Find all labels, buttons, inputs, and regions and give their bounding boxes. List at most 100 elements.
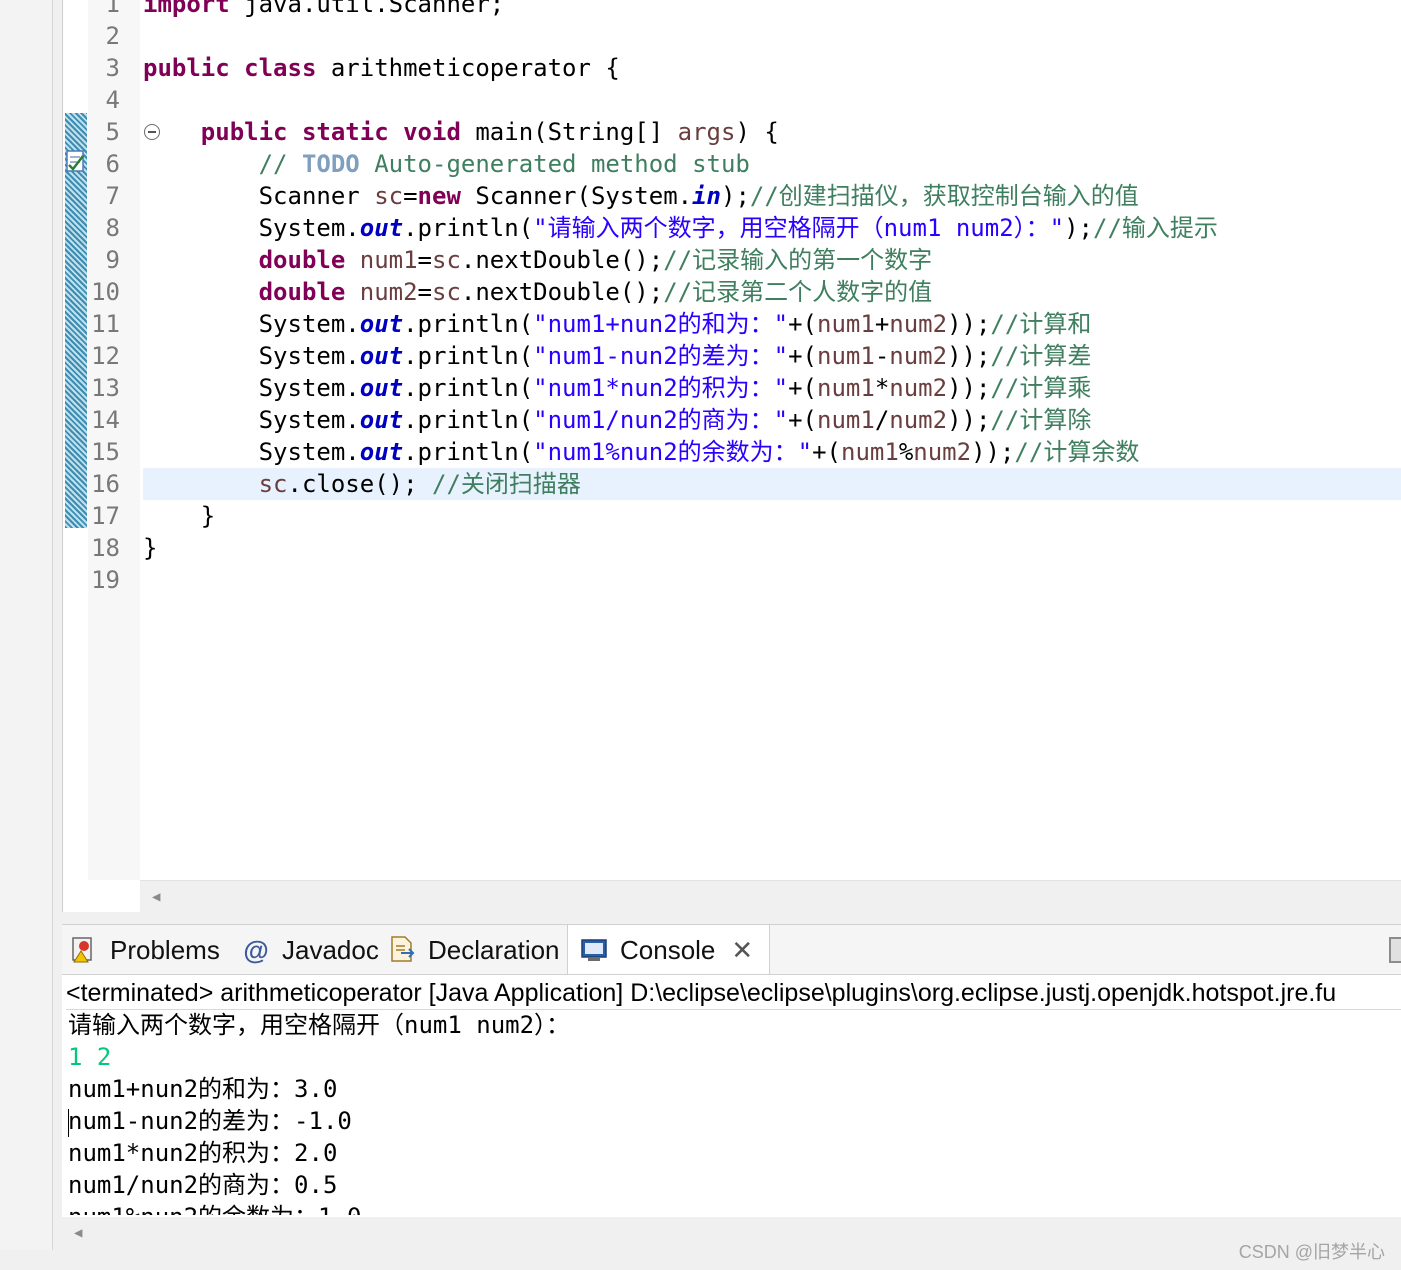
code-token: //输入提示	[1093, 214, 1218, 242]
code-line[interactable]: Scanner sc=new Scanner(System.in);//创建扫描…	[143, 180, 1401, 212]
problems-icon	[72, 937, 92, 963]
code-token: .println(	[403, 406, 534, 434]
code-token: .println(	[403, 214, 534, 242]
code-token: "num1*nun2的积为："	[533, 374, 789, 402]
code-token: .println(	[403, 342, 534, 370]
code-token: "num1-nun2的差为："	[533, 342, 789, 370]
console-icon	[581, 939, 607, 961]
code-token: Auto-generated method stub	[359, 150, 750, 178]
code-token: //	[258, 150, 302, 178]
minimize-view-icon[interactable]	[1389, 937, 1401, 963]
code-line[interactable]: double num1=sc.nextDouble();//记录输入的第一个数字	[143, 244, 1401, 276]
console-view[interactable]: <terminated> arithmeticoperator [Java Ap…	[62, 974, 1401, 1251]
code-line[interactable]: public static void main(String[] args) {	[143, 116, 1401, 148]
scroll-left-icon[interactable]: ◀	[74, 1225, 82, 1241]
line-number: 18	[91, 534, 120, 562]
line-number: 7	[105, 182, 120, 210]
console-output[interactable]: 请输入两个数字，用空格隔开（num1 num2）： 1 2 num1+nun2的和为…	[68, 1009, 1401, 1215]
tab-javadoc[interactable]: @ Javadoc	[242, 925, 379, 975]
code-line[interactable]: System.out.println("num1+nun2的和为："+(num1…	[143, 308, 1401, 340]
code-line[interactable]: System.out.println("num1%nun2的余数为："+(num…	[143, 436, 1401, 468]
code-line[interactable]: }	[143, 500, 1401, 532]
code-line[interactable]: }	[143, 532, 1401, 564]
code-token: .println(	[403, 374, 534, 402]
code-token: java.util.Scanner;	[229, 0, 505, 18]
code-line[interactable]	[143, 84, 1401, 116]
code-token: out	[359, 342, 404, 370]
code-token: num2	[889, 310, 948, 338]
java-editor[interactable]: 1 2 3 4 5 6 7 8 9 10 11 12 13 14 15 16 17 18 19 import jav…	[62, 0, 1401, 913]
code-token: /	[874, 406, 890, 434]
tab-problems[interactable]: Problems	[70, 925, 220, 975]
code-token: sc	[258, 470, 288, 498]
console-output-line: num1/nun2的商为：0.5	[68, 1171, 338, 1199]
code-token: num2	[359, 278, 418, 306]
code-area[interactable]: import java.util.Scanner; public class ar…	[143, 0, 1401, 880]
code-line[interactable]: System.out.println("num1*nun2的积为："+(num1…	[143, 372, 1401, 404]
code-line[interactable]: System.out.println("num1-nun2的差为："+(num1…	[143, 340, 1401, 372]
code-token: in	[692, 182, 721, 210]
tab-console[interactable]: Console ✕	[567, 925, 771, 975]
code-line[interactable]: double num2=sc.nextDouble();//记录第二个人数字的值	[143, 276, 1401, 308]
tab-label: Problems	[110, 934, 220, 965]
code-token: static	[301, 118, 389, 146]
code-line[interactable]: sc.close(); //关闭扫描器	[143, 468, 1401, 500]
task-marker-icon[interactable]	[65, 148, 87, 174]
code-token: num1	[817, 342, 875, 370]
tab-declaration[interactable]: Declaration	[388, 925, 560, 975]
code-token: ));	[947, 342, 991, 370]
console-horizontal-scrollbar[interactable]: ◀	[62, 1217, 1401, 1251]
code-token: //计算差	[990, 342, 1092, 370]
code-token: sc	[374, 182, 404, 210]
tab-label: Declaration	[428, 934, 560, 965]
code-line[interactable]: public class arithmeticoperator {	[143, 52, 1401, 84]
scroll-left-icon[interactable]: ◀	[152, 889, 160, 905]
code-token: //计算和	[990, 310, 1092, 338]
line-number: 8	[105, 214, 120, 242]
code-line[interactable]	[143, 564, 1401, 596]
editor-horizontal-scrollbar[interactable]: ◀	[140, 880, 1401, 913]
code-token: +	[874, 310, 890, 338]
code-line[interactable]: // TODO Auto-generated method stub	[143, 148, 1401, 180]
code-token: import	[143, 0, 230, 18]
code-token: ));	[947, 310, 991, 338]
line-number: 4	[105, 86, 120, 114]
code-token: System.	[143, 342, 360, 370]
code-token: .println(	[403, 310, 534, 338]
console-output-line: num1%nun2的余数为：1.0	[68, 1201, 361, 1215]
code-token: num2	[889, 374, 948, 402]
line-number: 2	[105, 22, 120, 50]
code-token: Scanner	[143, 182, 375, 210]
view-tab-bar: Problems @ Javadoc Declaration Console ✕	[62, 924, 1401, 975]
code-token: .nextDouble();	[460, 246, 664, 274]
code-line[interactable]: import java.util.Scanner;	[143, 0, 1401, 20]
code-token: //计算除	[990, 406, 1092, 434]
tab-label: Javadoc	[282, 934, 379, 965]
code-token: );	[1064, 214, 1094, 242]
code-token: );	[721, 182, 750, 210]
code-token: double	[258, 278, 346, 306]
declaration-icon	[391, 936, 415, 962]
code-token: System.	[143, 438, 360, 466]
code-line[interactable]	[143, 20, 1401, 52]
code-line[interactable]: System.out.println("num1/nun2的商为："+(num1…	[143, 404, 1401, 436]
close-icon[interactable]: ✕	[731, 935, 753, 966]
code-token: num1	[817, 310, 875, 338]
console-process-label: <terminated> arithmeticoperator [Java Ap…	[66, 977, 1401, 1010]
code-line[interactable]: System.out.println("请输入两个数字，用空格隔开（num1 n…	[143, 212, 1401, 244]
code-token: +(	[788, 374, 818, 402]
line-number: 14	[91, 406, 120, 434]
code-token: sc	[432, 246, 461, 274]
code-token: ));	[971, 438, 1015, 466]
code-token: void	[403, 118, 461, 146]
console-output-line: num1-nun2的差为：-1.0	[68, 1107, 352, 1135]
line-number: 5	[105, 118, 120, 146]
at-icon: @	[243, 935, 269, 965]
code-token: ) {	[735, 118, 779, 146]
